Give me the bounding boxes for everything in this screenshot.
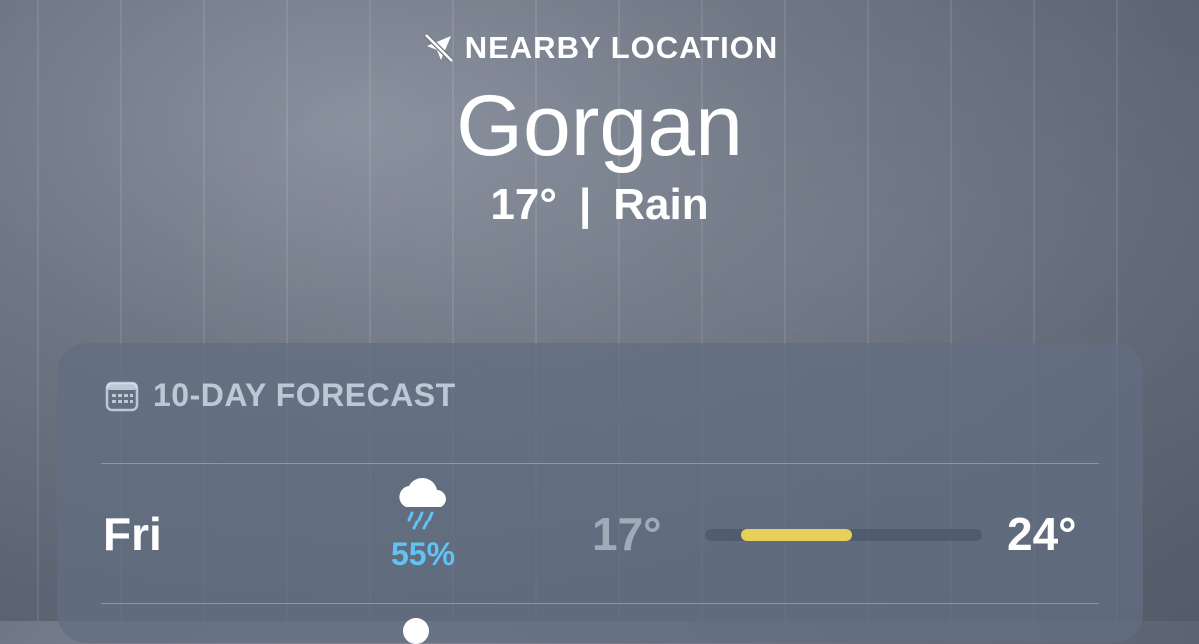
- location-label-text: NEARBY LOCATION: [464, 30, 779, 65]
- forecast-weather: 55%: [380, 473, 466, 573]
- next-day-weather-icon: [403, 618, 429, 644]
- low-temperature: 17°: [592, 508, 662, 560]
- location-disabled-icon: [423, 33, 454, 63]
- conditions-separator: |: [578, 180, 592, 229]
- temperature-range-fill: [741, 529, 852, 541]
- nearby-location-label: NEARBY LOCATION: [0, 30, 1199, 66]
- divider: [101, 463, 1099, 464]
- location-header: NEARBY LOCATION Gorgan 17° | Rain: [0, 30, 1199, 230]
- divider: [101, 603, 1099, 604]
- cloud-rain-icon: [399, 477, 446, 530]
- forecast-card-title: 10-DAY FORECAST: [105, 377, 456, 414]
- high-temperature: 24°: [1007, 508, 1077, 560]
- precipitation-chance: 55%: [390, 536, 456, 572]
- forecast-title-text: 10-DAY FORECAST: [153, 377, 456, 413]
- temperature-range-bar: [705, 529, 982, 541]
- ten-day-forecast-card[interactable]: 10-DAY FORECAST Fri 55% 17° 24°: [57, 343, 1143, 644]
- calendar-icon: [105, 381, 139, 411]
- current-conditions: 17° | Rain: [0, 180, 1199, 230]
- forecast-day: Fri: [103, 508, 162, 560]
- city-name: Gorgan: [456, 78, 743, 174]
- current-condition: Rain: [613, 180, 709, 229]
- current-temperature: 17°: [490, 180, 557, 229]
